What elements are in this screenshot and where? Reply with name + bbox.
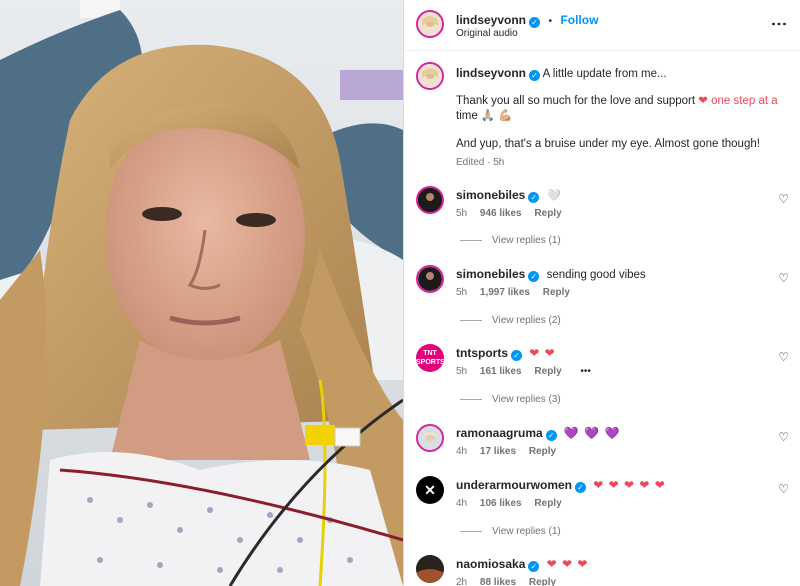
reply-button[interactable]: Reply: [534, 208, 561, 219]
like-comment-heart-icon[interactable]: ♡: [778, 482, 789, 496]
like-comment-heart-icon[interactable]: ♡: [778, 430, 789, 444]
verified-icon: ✓: [529, 17, 541, 28]
reply-button[interactable]: Reply: [529, 446, 556, 457]
commenter-avatar[interactable]: [416, 424, 444, 452]
verified-icon: ✓: [575, 482, 587, 493]
tnt-logo-text: TNT SPORTS: [416, 350, 444, 366]
comment-text: 🤍: [546, 190, 561, 202]
caption-line-1: A little update from me...: [542, 68, 667, 80]
verified-icon: ✓: [528, 271, 540, 282]
verified-icon: ✓: [511, 350, 522, 361]
follow-button[interactable]: Follow: [560, 13, 598, 27]
comment-text: ❤ ❤ ❤ ❤ ❤: [593, 478, 666, 492]
verified-icon: ✓: [528, 561, 540, 572]
commenter-username[interactable]: ramonaagruma: [456, 426, 543, 440]
caption-line-3: time 🙏🏼 💪🏼: [456, 110, 513, 122]
comment-text: sending good vibes: [546, 269, 646, 281]
comment-text: ❤ ❤: [529, 346, 556, 360]
view-replies-button[interactable]: View replies (1): [492, 235, 561, 246]
post-video[interactable]: [0, 0, 403, 586]
comment-time: 5h: [456, 366, 468, 377]
commenter-avatar[interactable]: [416, 186, 444, 214]
comment-likes[interactable]: 88 likes: [480, 577, 516, 586]
caption-avatar[interactable]: [416, 62, 444, 90]
comment-time: 4h: [456, 446, 468, 457]
comment-more-icon[interactable]: •••: [580, 366, 591, 377]
reply-button[interactable]: Reply: [534, 366, 561, 377]
view-replies-button[interactable]: View replies (1): [492, 526, 561, 537]
commenter-username[interactable]: tntsports: [456, 346, 508, 360]
comment-time: 2h: [456, 577, 468, 586]
verified-icon: ✓: [545, 430, 557, 441]
view-replies-button[interactable]: View replies (3): [492, 394, 561, 405]
reply-button[interactable]: Reply: [529, 577, 556, 586]
like-comment-heart-icon[interactable]: ♡: [778, 192, 789, 206]
more-options-icon[interactable]: ⋮: [769, 16, 789, 32]
commenter-username[interactable]: simonebiles: [456, 188, 525, 202]
comment-text: 💜 💜 💜: [563, 426, 621, 440]
like-comment-heart-icon[interactable]: ♡: [778, 271, 789, 285]
comment-likes[interactable]: 161 likes: [480, 366, 522, 377]
view-replies-button[interactable]: View replies (2): [492, 315, 561, 326]
underarmour-logo-icon: ✕: [424, 482, 436, 498]
commenter-avatar[interactable]: ✕: [416, 476, 444, 504]
caption-username[interactable]: lindseyvonn: [456, 66, 526, 80]
post-header: lindseyvonn ✓ • Follow Original audio ⋮: [404, 0, 800, 51]
comment-likes[interactable]: 17 likes: [480, 446, 516, 457]
comment-text: ❤ ❤ ❤: [546, 557, 589, 571]
author-username[interactable]: lindseyvonn: [456, 13, 526, 27]
author-avatar[interactable]: [416, 10, 444, 38]
video-frame-image: [0, 0, 403, 586]
commenter-username[interactable]: naomiosaka: [456, 557, 525, 571]
post-details-panel: lindseyvonn ✓ • Follow Original audio ⋮ l…: [403, 0, 800, 586]
comment-time: 4h: [456, 498, 468, 509]
caption-line-4: And yup, that's a bruise under my eye. A…: [456, 138, 760, 150]
comment-time: 5h: [456, 287, 468, 298]
comment-likes[interactable]: 946 likes: [480, 208, 522, 219]
commenter-username[interactable]: simonebiles: [456, 267, 525, 281]
caption-line-2: Thank you all so much for the love and s…: [456, 95, 696, 107]
comment-likes[interactable]: 106 likes: [480, 498, 522, 509]
comment-likes[interactable]: 1,997 likes: [480, 287, 530, 298]
verified-icon: ✓: [528, 192, 540, 203]
edited-time: Edited · 5h: [456, 157, 505, 168]
verified-icon: ✓: [529, 70, 541, 81]
commenter-username[interactable]: underarmourwomen: [456, 478, 572, 492]
comment-time: 5h: [456, 208, 468, 219]
like-comment-heart-icon[interactable]: ♡: [778, 350, 789, 364]
caption-line-2-emoji: ❤ one step at a: [698, 95, 778, 107]
commenter-avatar[interactable]: [416, 555, 444, 583]
commenter-avatar[interactable]: TNT SPORTS: [416, 344, 444, 372]
audio-label[interactable]: Original audio: [456, 28, 518, 39]
reply-button[interactable]: Reply: [543, 287, 570, 298]
reply-button[interactable]: Reply: [534, 498, 561, 509]
commenter-avatar[interactable]: [416, 265, 444, 293]
